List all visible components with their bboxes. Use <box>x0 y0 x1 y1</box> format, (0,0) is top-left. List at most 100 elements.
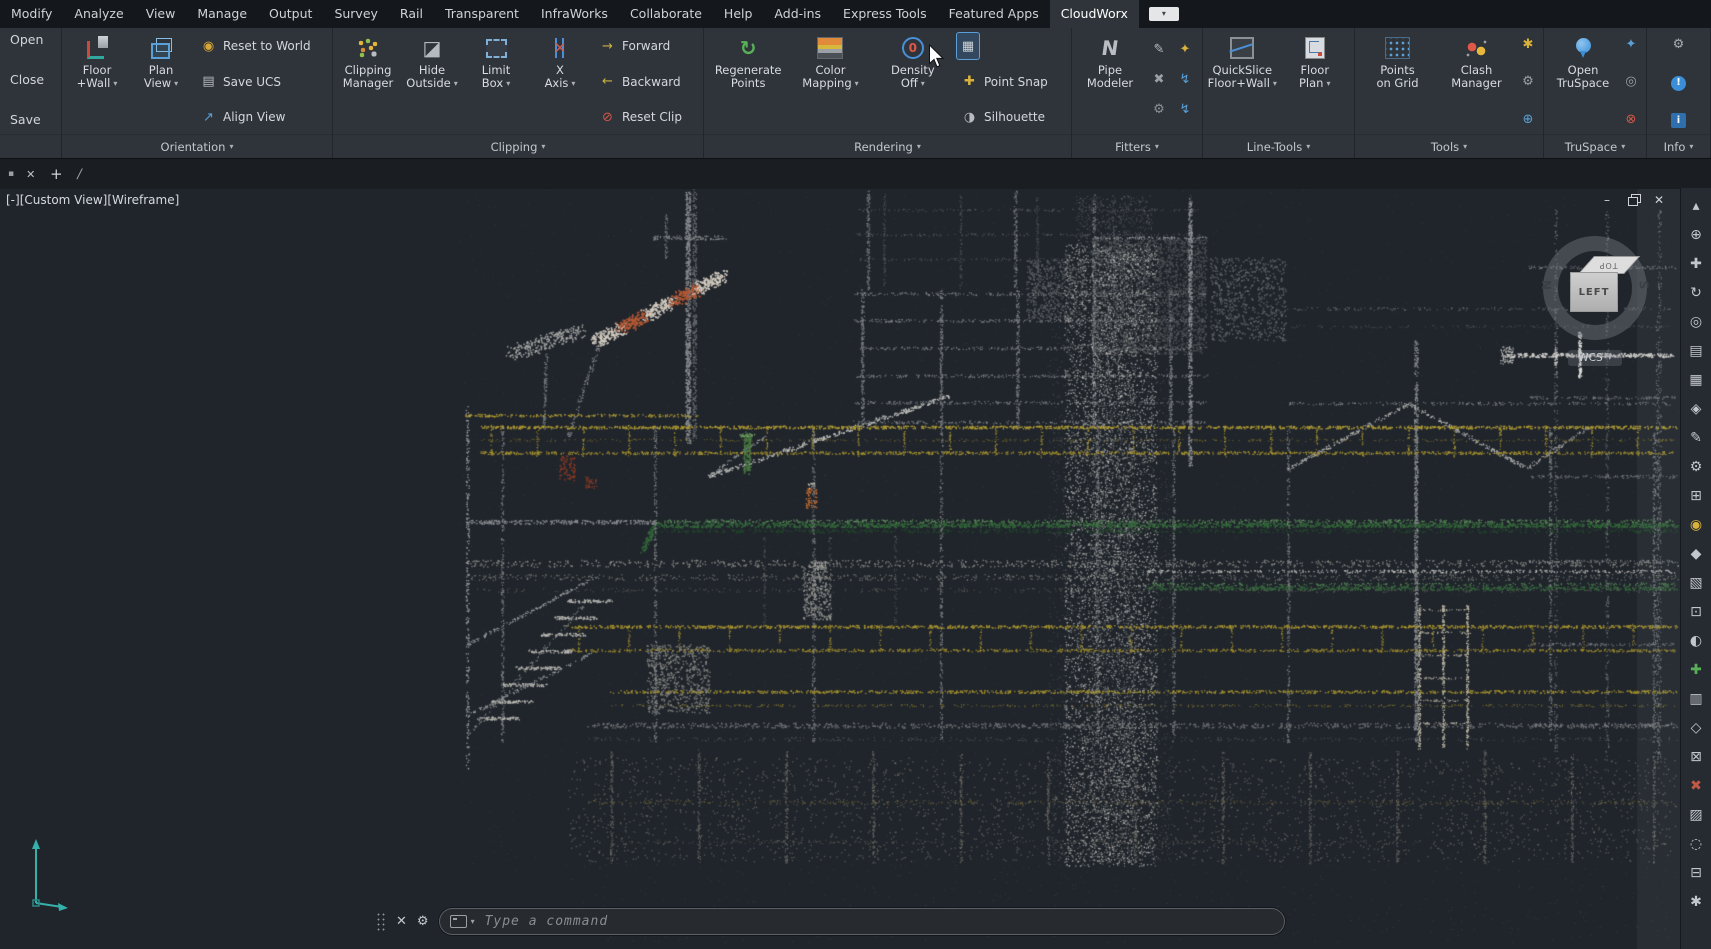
reset-to-world-button[interactable]: ◉ Reset to World <box>196 33 328 59</box>
info-icon-2[interactable]: ! <box>1671 76 1686 91</box>
viewport-visual-style-control[interactable]: [Wireframe] <box>107 193 179 207</box>
close-tab-button[interactable]: ✕ <box>26 168 35 181</box>
truspace-extra-icon-1[interactable]: ✦ <box>1622 35 1640 53</box>
hatch-icon[interactable]: ▧ <box>1681 568 1711 597</box>
menu-item-infraworks[interactable]: InfraWorks <box>530 0 619 28</box>
hide-outside-button[interactable]: ◪ Hide Outside▾ <box>401 30 463 134</box>
open-button[interactable]: Open <box>10 32 61 48</box>
section-box-icon[interactable]: ⊡ <box>1681 597 1711 626</box>
nav-wheel-icon[interactable]: ⊕ <box>1681 220 1711 249</box>
menu-item-express-tools[interactable]: Express Tools <box>832 0 938 28</box>
point-style-icon[interactable]: ◉ <box>1681 510 1711 539</box>
save-ucs-button[interactable]: ▤ Save UCS <box>196 69 328 95</box>
clash-manager-button[interactable]: Clash Manager <box>1438 30 1515 134</box>
properties-icon[interactable]: ◈ <box>1681 394 1711 423</box>
restore-button[interactable] <box>1623 191 1643 208</box>
panel-label-clipping[interactable]: Clipping▾ <box>333 134 703 158</box>
texture-icon[interactable]: ▨ <box>1681 800 1711 829</box>
floor-plan-button[interactable]: Floor Plan▾ <box>1280 30 1351 134</box>
truspace-extra-icon-3[interactable]: ⊗ <box>1622 110 1640 128</box>
pointcloud-viewport-canvas[interactable] <box>0 188 1681 949</box>
menu-item-transparent[interactable]: Transparent <box>434 0 530 28</box>
fitter-tool-icon-3[interactable]: ✖ <box>1150 70 1168 88</box>
tools-extra-icon-2[interactable]: ⚙ <box>1519 73 1537 91</box>
quickslice-floor-wall-button[interactable]: QuickSlice Floor+Wall▾ <box>1207 30 1278 134</box>
truspace-extra-icon-2[interactable]: ◎ <box>1622 73 1640 91</box>
settings-icon[interactable]: ⚙ <box>1681 452 1711 481</box>
fitter-tool-icon-6[interactable]: ↯ <box>1176 100 1194 118</box>
tools-extra-icon-3[interactable]: ⊕ <box>1519 110 1537 128</box>
compass-north-label[interactable]: N <box>1540 280 1554 290</box>
render-mode-button[interactable]: ▦ <box>957 33 979 59</box>
tools-extra-icon-1[interactable]: ✱ <box>1519 35 1537 53</box>
plan-view-button[interactable]: Plan View▾ <box>130 30 192 134</box>
fitter-tool-icon-1[interactable]: ✎ <box>1150 40 1168 58</box>
viewport-menu-control[interactable]: [-] <box>6 193 20 207</box>
menu-item-modify[interactable]: Modify <box>0 0 63 28</box>
point-snap-button[interactable]: ✚ Point Snap <box>957 69 1067 95</box>
zoom-extents-icon[interactable]: ◎ <box>1681 307 1711 336</box>
new-tab-button[interactable]: + <box>47 165 65 183</box>
sheet-set-icon[interactable]: ▤ <box>1681 336 1711 365</box>
annotate-icon[interactable]: ✎ <box>1681 423 1711 452</box>
backward-button[interactable]: ← Backward <box>595 69 699 95</box>
menu-item-output[interactable]: Output <box>258 0 323 28</box>
regenerate-points-button[interactable]: ↻ Regenerate Points <box>708 30 788 134</box>
compass-south-label[interactable]: S <box>1637 281 1651 290</box>
shade-icon[interactable]: ◐ <box>1681 626 1711 655</box>
points-on-grid-button[interactable]: Points on Grid <box>1359 30 1436 134</box>
limit-box-button[interactable]: Limit Box▾ <box>465 30 527 134</box>
panel-label-tools[interactable]: Tools▾ <box>1355 134 1543 158</box>
panel-label-line-tools[interactable]: Line-Tools▾ <box>1203 134 1354 158</box>
silhouette-button[interactable]: ◑ Silhouette <box>957 104 1067 130</box>
layout-icon[interactable]: ⊞ <box>1681 481 1711 510</box>
reset-clip-button[interactable]: ⊘ Reset Clip <box>595 104 699 130</box>
panel-label-fitters[interactable]: Fitters▾ <box>1072 134 1202 158</box>
close-command-bar-button[interactable]: ✕ <box>396 915 407 928</box>
command-bar-grip-handle[interactable] <box>376 912 386 932</box>
orbit-icon[interactable]: ↻ <box>1681 278 1711 307</box>
chevron-down-icon[interactable]: ▾ <box>471 917 475 926</box>
x-axis-button[interactable]: X Axis▾ <box>529 30 591 134</box>
workspace-dropdown[interactable]: ▾ <box>1149 7 1179 21</box>
menu-item-help[interactable]: Help <box>713 0 764 28</box>
customize-wrench-icon[interactable]: ⚙ <box>417 915 429 928</box>
panel-label-info[interactable]: Info▾ <box>1647 134 1710 158</box>
viewcube[interactable]: N S TOP LEFT WCS▾ <box>1535 234 1655 366</box>
align-view-button[interactable]: ↗ Align View <box>196 104 328 130</box>
menu-item-view[interactable]: View <box>135 0 187 28</box>
wcs-dropdown[interactable]: WCS▾ <box>1568 350 1621 366</box>
close-button[interactable]: Close <box>10 72 61 88</box>
menu-item-cloudworx[interactable]: CloudWorx <box>1050 0 1139 28</box>
circle-tool-icon[interactable]: ◌ <box>1681 829 1711 858</box>
panel-label-rendering[interactable]: Rendering▾ <box>704 134 1071 158</box>
clipping-manager-button[interactable]: Clipping Manager <box>337 30 399 134</box>
floor-wall-button[interactable]: Floor +Wall▾ <box>66 30 128 134</box>
grid-icon[interactable]: ▦ <box>1681 365 1711 394</box>
command-input-field[interactable]: ▾ <box>439 908 1285 935</box>
menu-item-analyze[interactable]: Analyze <box>63 0 134 28</box>
pan-icon[interactable]: ✚ <box>1681 249 1711 278</box>
panel-label-truspace[interactable]: TruSpace▾ <box>1544 134 1646 158</box>
add-point-icon[interactable]: ✚ <box>1681 655 1711 684</box>
blocks-icon[interactable]: ◆ <box>1681 539 1711 568</box>
snap-settings-icon[interactable]: ✱ <box>1681 887 1711 916</box>
density-off-button[interactable]: Density Off▾ <box>873 30 953 134</box>
menu-item-survey[interactable]: Survey <box>323 0 388 28</box>
fitter-tool-icon-5[interactable]: ⚙ <box>1150 100 1168 118</box>
table-icon[interactable]: ▥ <box>1681 684 1711 713</box>
info-icon-1[interactable]: ⚙ <box>1670 35 1688 53</box>
polygon-icon[interactable]: ◇ <box>1681 713 1711 742</box>
command-input[interactable] <box>483 913 1278 930</box>
close-viewport-button[interactable]: ✕ <box>1649 191 1669 208</box>
viewcube-front-face[interactable]: LEFT <box>1570 272 1618 312</box>
viewport-view-control[interactable]: [Custom View] <box>20 193 108 207</box>
info-icon-3[interactable]: i <box>1671 113 1686 128</box>
pipe-modeler-button[interactable]: Pipe Modeler <box>1076 30 1144 134</box>
menu-item-manage[interactable]: Manage <box>186 0 258 28</box>
scroll-up-icon[interactable]: ▴ <box>1681 191 1711 220</box>
forward-button[interactable]: → Forward <box>595 33 699 59</box>
color-mapping-button[interactable]: Color Mapping▾ <box>790 30 870 134</box>
menu-item-collaborate[interactable]: Collaborate <box>619 0 713 28</box>
fitter-tool-icon-2[interactable]: ✦ <box>1176 40 1194 58</box>
